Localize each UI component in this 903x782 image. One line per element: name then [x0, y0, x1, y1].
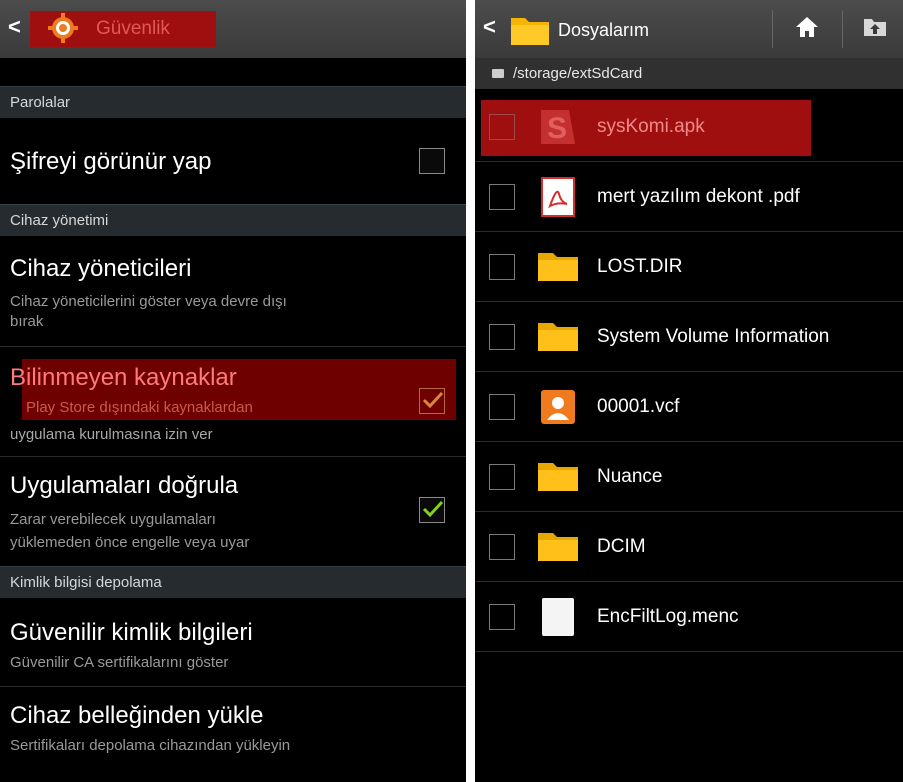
unknown-sources-checkbox[interactable] — [419, 388, 445, 414]
setting-summary: Güvenilir CA sertifikalarını göster — [10, 654, 229, 671]
list-item[interactable]: LOST.DIR — [475, 232, 903, 302]
action-bar: < Güvenlik — [0, 0, 466, 58]
setting-summary: Zarar verebilecek uygulamaları — [10, 511, 216, 528]
page-title: Dosyalarım — [558, 20, 650, 40]
divider — [842, 10, 843, 48]
setting-title: Güvenilir kimlik bilgileri — [10, 619, 253, 646]
list-item[interactable]: DCIM — [475, 512, 903, 582]
contact-icon — [541, 390, 575, 424]
folder-icon — [538, 463, 578, 491]
action-bar: < Dosyalarım — [475, 0, 903, 58]
section-label: Parolalar — [10, 94, 71, 111]
setting-title: Cihaz belleğinden yükle — [10, 702, 264, 729]
file-checkbox[interactable] — [489, 604, 515, 630]
setting-title: Bilinmeyen kaynaklar — [10, 364, 237, 391]
file-name: 00001.vcf — [597, 396, 680, 417]
file-name: DCIM — [597, 536, 646, 557]
file-name: LOST.DIR — [597, 256, 683, 277]
list-item[interactable]: mert yazılım dekont .pdf — [475, 162, 903, 232]
pdf-icon — [541, 177, 575, 217]
file-name: mert yazılım dekont .pdf — [597, 186, 800, 207]
verify-apps-checkbox[interactable] — [419, 497, 445, 523]
file-icon — [542, 598, 574, 636]
file-checkbox[interactable] — [489, 324, 515, 350]
file-checkbox[interactable] — [489, 114, 515, 140]
setting-summary: Play Store dışındaki kaynaklardan — [26, 399, 253, 416]
section-label: Cihaz yönetimi — [10, 212, 109, 229]
setting-title: Uygulamaları doğrula — [10, 472, 239, 499]
show-password-checkbox[interactable] — [419, 148, 445, 174]
current-path: /storage/extSdCard — [513, 65, 643, 82]
setting-summary: bırak — [10, 313, 44, 330]
svg-text:S: S — [547, 112, 567, 145]
divider — [0, 346, 466, 347]
sd-card-icon — [492, 69, 504, 78]
checkmark-icon — [422, 500, 444, 518]
apk-icon: S — [541, 110, 575, 145]
file-checkbox[interactable] — [489, 184, 515, 210]
divider — [475, 651, 903, 652]
section-device-admin: Cihaz yönetimi — [0, 204, 466, 236]
setting-summary: Cihaz yöneticilerini göster veya devre d… — [10, 293, 287, 310]
back-chevron-icon[interactable]: < — [483, 14, 496, 40]
section-label: Kimlik bilgisi depolama — [10, 574, 162, 591]
list-item[interactable]: EncFiltLog.menc — [475, 582, 903, 652]
divider — [0, 456, 466, 457]
checkmark-icon — [422, 391, 444, 409]
setting-summary: uygulama kurulmasına izin ver — [10, 426, 213, 443]
file-name: Nuance — [597, 466, 663, 487]
breadcrumb: /storage/extSdCard — [475, 58, 903, 89]
setting-title: Cihaz yöneticileri — [10, 255, 192, 282]
list-item[interactable]: S sysKomi.apk — [475, 92, 903, 162]
folder-icon — [538, 253, 578, 281]
folder-icon — [511, 18, 549, 45]
divider — [772, 10, 773, 48]
setting-title: Şifreyi görünür yap — [10, 148, 212, 175]
folder-icon — [538, 533, 578, 561]
home-icon[interactable] — [795, 16, 819, 38]
file-checkbox[interactable] — [489, 394, 515, 420]
file-checkbox[interactable] — [489, 534, 515, 560]
setting-summary: yüklemeden önce engelle veya uyar — [10, 534, 250, 551]
gear-icon[interactable] — [48, 13, 78, 43]
file-checkbox[interactable] — [489, 254, 515, 280]
file-name: EncFiltLog.menc — [597, 606, 739, 627]
file-name: System Volume Information — [597, 326, 830, 347]
list-item[interactable]: Nuance — [475, 442, 903, 512]
my-files-panel: < Dosyalarım /storage/extSdCard S sysKom… — [475, 0, 903, 782]
list-item[interactable]: 00001.vcf — [475, 372, 903, 442]
list-item[interactable]: System Volume Information — [475, 302, 903, 372]
setting-summary: Sertifikaları depolama cihazından yükley… — [10, 737, 291, 754]
up-folder-icon[interactable] — [863, 17, 887, 37]
file-checkbox[interactable] — [489, 464, 515, 490]
divider — [0, 686, 466, 687]
section-credential-storage: Kimlik bilgisi depolama — [0, 566, 466, 598]
security-settings-panel: < Güvenlik Parolalar Şifreyi görünür yap… — [0, 0, 466, 782]
folder-icon — [538, 323, 578, 351]
file-name: sysKomi.apk — [597, 116, 705, 137]
page-title: Güvenlik — [96, 18, 170, 39]
back-chevron-icon[interactable]: < — [8, 14, 21, 40]
section-passwords: Parolalar — [0, 86, 466, 118]
